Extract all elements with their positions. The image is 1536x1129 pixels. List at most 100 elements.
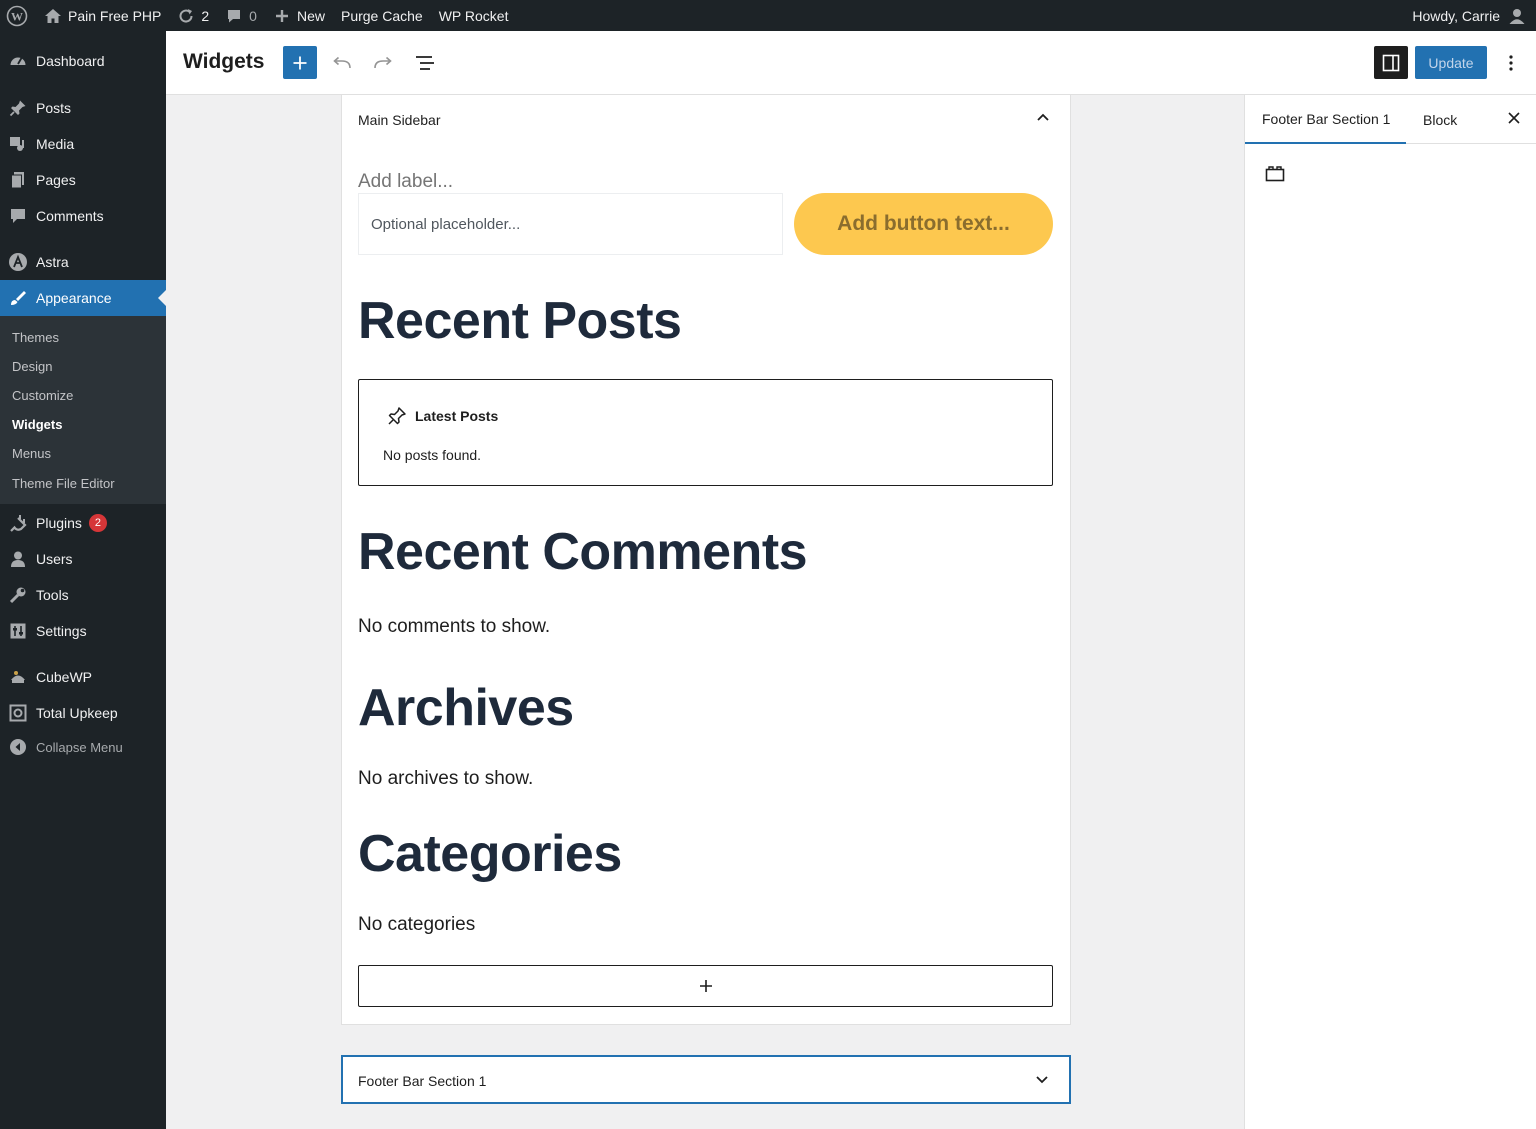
updates-link[interactable]: 2 xyxy=(169,0,217,31)
menu-label: Collapse Menu xyxy=(36,739,123,755)
menu-label: Posts xyxy=(36,100,72,116)
user-icon xyxy=(1509,8,1525,24)
collapse-widget-area-button[interactable] xyxy=(1036,109,1050,127)
settings-sidebar: Footer Bar Section 1 Block xyxy=(1244,95,1536,1129)
submenu-item-theme-file-editor[interactable]: Theme File Editor xyxy=(12,474,115,494)
menu-item-pages[interactable]: Pages xyxy=(0,162,166,198)
astra-logo-icon xyxy=(0,252,36,272)
menu-label: Pages xyxy=(36,172,76,188)
recent-comments-empty-message[interactable]: No comments to show. xyxy=(358,616,550,638)
vertical-ellipsis-icon xyxy=(1509,54,1513,71)
menu-item-comments[interactable]: Comments xyxy=(0,198,166,234)
list-view-button[interactable] xyxy=(408,46,442,79)
menu-item-plugins[interactable]: Plugins 2 xyxy=(0,505,166,541)
chevron-up-icon xyxy=(1037,113,1049,121)
purge-cache-link[interactable]: Purge Cache xyxy=(333,0,431,31)
collapse-menu-button[interactable]: Collapse Menu xyxy=(0,729,166,765)
menu-item-total-upkeep[interactable]: Total Upkeep xyxy=(0,695,166,731)
menu-label: CubeWP xyxy=(36,669,93,685)
pin-icon xyxy=(388,407,406,425)
menu-item-astra[interactable]: Astra xyxy=(0,244,166,280)
chevron-down-icon xyxy=(1036,1076,1048,1084)
widget-area-footer-bar-section-1[interactable]: Footer Bar Section 1 xyxy=(341,1055,1071,1104)
submenu-item-design[interactable]: Design xyxy=(12,357,52,377)
categories-heading[interactable]: Categories xyxy=(358,824,622,884)
plus-icon xyxy=(699,980,712,992)
tab-widget-area[interactable]: Footer Bar Section 1 xyxy=(1245,95,1406,144)
wordpress-logo[interactable]: W xyxy=(0,0,36,31)
close-icon xyxy=(1508,112,1520,124)
submenu-item-widgets[interactable]: Widgets xyxy=(12,415,62,435)
admin-menu: Dashboard Posts Media Pages Comments Ast… xyxy=(0,31,166,1129)
recent-comments-heading[interactable]: Recent Comments xyxy=(358,522,808,582)
wrench-icon xyxy=(0,586,36,604)
my-account[interactable]: Howdy, Carrie xyxy=(1412,0,1526,31)
paintbrush-icon xyxy=(0,289,36,307)
menu-label: Astra xyxy=(36,254,69,270)
comments-link[interactable]: 0 xyxy=(217,0,265,31)
menu-item-posts[interactable]: Posts xyxy=(0,90,166,126)
menu-label: Appearance xyxy=(36,290,112,306)
more-options-button[interactable] xyxy=(1496,46,1526,79)
page-title: Widgets xyxy=(183,50,265,73)
archives-empty-message[interactable]: No archives to show. xyxy=(358,768,533,790)
plug-icon xyxy=(0,514,36,532)
pushpin-icon xyxy=(0,99,36,117)
search-button[interactable]: Add button text... xyxy=(794,193,1053,255)
search-label-field[interactable]: Add label... xyxy=(358,171,453,193)
menu-item-settings[interactable]: Settings xyxy=(0,613,166,649)
updates-count: 2 xyxy=(201,7,210,24)
collapse-arrow-icon xyxy=(0,738,36,756)
menu-item-users[interactable]: Users xyxy=(0,541,166,577)
latest-posts-empty-message: No posts found. xyxy=(383,447,482,463)
howdy-text: Howdy, Carrie xyxy=(1412,7,1500,24)
site-name: Pain Free PHP xyxy=(68,7,162,24)
wp-rocket-link[interactable]: WP Rocket xyxy=(431,0,517,31)
submenu-item-customize[interactable]: Customize xyxy=(12,386,73,406)
pages-icon xyxy=(0,171,36,189)
widget-area-title: Footer Bar Section 1 xyxy=(358,1073,487,1089)
submenu-item-menus[interactable]: Menus xyxy=(12,444,51,464)
block-inserter-button[interactable] xyxy=(283,46,317,79)
menu-label: Comments xyxy=(36,208,104,224)
menu-item-dashboard[interactable]: Dashboard xyxy=(0,43,166,79)
comment-bubble-icon xyxy=(225,7,243,25)
undo-icon xyxy=(333,56,351,68)
menu-item-appearance[interactable]: Appearance xyxy=(0,280,166,316)
settings-sidebar-toggle[interactable] xyxy=(1374,46,1408,79)
recent-posts-heading[interactable]: Recent Posts xyxy=(358,291,682,351)
home-icon xyxy=(44,7,62,25)
widget-area-icon xyxy=(1265,165,1285,188)
redo-button[interactable] xyxy=(367,46,399,79)
submenu-item-themes[interactable]: Themes xyxy=(12,328,59,348)
close-sidebar-button[interactable] xyxy=(1507,111,1521,130)
menu-item-tools[interactable]: Tools xyxy=(0,577,166,613)
users-icon xyxy=(0,550,36,568)
categories-empty-message[interactable]: No categories xyxy=(358,914,475,936)
widget-area-title[interactable]: Main Sidebar xyxy=(358,112,441,128)
refresh-icon xyxy=(177,7,195,25)
menu-item-media[interactable]: Media xyxy=(0,126,166,162)
media-icon xyxy=(0,135,36,153)
latest-posts-block[interactable]: Latest Posts No posts found. xyxy=(358,379,1053,486)
wp-rocket-label: WP Rocket xyxy=(438,7,509,24)
plus-icon xyxy=(293,56,307,69)
avatar xyxy=(1508,7,1526,25)
update-button[interactable]: Update xyxy=(1415,46,1487,79)
comments-count: 0 xyxy=(249,7,257,24)
archives-heading[interactable]: Archives xyxy=(358,678,574,738)
new-content-link[interactable]: New xyxy=(265,0,333,31)
total-upkeep-icon xyxy=(0,704,36,722)
search-input[interactable]: Optional placeholder... xyxy=(358,193,783,255)
undo-button[interactable] xyxy=(326,46,358,79)
plus-icon xyxy=(273,7,291,25)
site-name-link[interactable]: Pain Free PHP xyxy=(36,0,169,31)
list-view-icon xyxy=(416,55,434,70)
tab-block[interactable]: Block xyxy=(1423,95,1457,144)
menu-item-cubewp[interactable]: CubeWP xyxy=(0,659,166,695)
expand-widget-area-button[interactable] xyxy=(1035,1072,1049,1090)
wordpress-icon: W xyxy=(6,5,28,26)
menu-label: Users xyxy=(36,551,73,567)
settings-sliders-icon xyxy=(0,622,36,640)
add-block-button[interactable] xyxy=(358,965,1053,1007)
